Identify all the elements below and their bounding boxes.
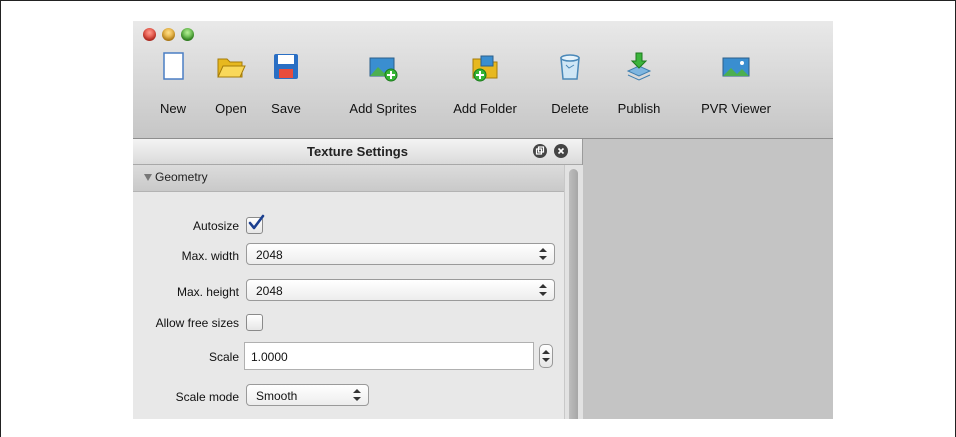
window-minimize-button[interactable] (162, 28, 175, 41)
app-window: New Open Save Add Sprites Add Folder Del… (133, 21, 833, 419)
folder-open-icon (217, 58, 246, 78)
scale-stepper[interactable] (539, 344, 553, 368)
pvr-viewer-button-label: PVR Viewer (701, 101, 771, 116)
checkmark-icon (248, 214, 265, 230)
scale-mode-value: Smooth (256, 389, 298, 403)
scale-value: 1.0000 (251, 350, 288, 364)
select-arrows-icon (539, 247, 547, 261)
publish-button-label: Publish (617, 101, 661, 116)
autosize-checkbox[interactable] (246, 214, 265, 234)
close-icon (557, 147, 565, 155)
disclosure-triangle-icon (144, 174, 152, 181)
new-document-icon (163, 52, 184, 80)
select-arrows-icon (539, 283, 547, 297)
max-width-value: 2048 (256, 248, 283, 262)
autosize-label: Autosize (192, 219, 239, 233)
window-close-button[interactable] (143, 28, 156, 41)
delete-button-label: Delete (551, 101, 589, 116)
add-folder-icon (472, 55, 498, 82)
open-button-label: Open (215, 101, 247, 116)
max-height-label: Max. height (176, 285, 239, 299)
allow-free-sizes-label: Allow free sizes (155, 316, 239, 330)
add-sprites-icon (369, 57, 398, 82)
pvr-viewer-icon (722, 57, 750, 77)
window-zoom-button[interactable] (181, 28, 194, 41)
panel-title: Texture Settings (307, 144, 408, 159)
figure-border-left (0, 0, 1, 437)
max-height-select[interactable]: 2048 (246, 279, 555, 301)
trash-icon (560, 54, 580, 80)
save-button-label: Save (271, 101, 301, 116)
toolbar: New Open Save Add Sprites Add Folder Del… (133, 21, 833, 139)
max-width-select[interactable]: 2048 (246, 243, 555, 265)
add-sprites-button-label: Add Sprites (349, 101, 417, 116)
panel-header: Texture Settings (133, 139, 582, 165)
detach-icon (535, 146, 545, 155)
new-button-label: New (159, 101, 187, 116)
scale-mode-select[interactable]: Smooth (246, 384, 369, 406)
panel-detach-button[interactable] (533, 144, 547, 158)
figure-border-top (0, 0, 956, 1)
geometry-section-header[interactable]: Geometry (133, 165, 564, 192)
max-width-label: Max. width (181, 249, 239, 263)
texture-settings-panel: Texture Settings Geometry Autosize Max. … (133, 139, 583, 419)
allow-free-sizes-checkbox[interactable] (246, 314, 263, 331)
floppy-disk-icon (274, 54, 298, 79)
scrollbar-thumb[interactable] (569, 169, 578, 419)
stepper-arrows-icon (542, 349, 550, 363)
panel-scrollbar[interactable] (564, 165, 583, 419)
scale-mode-label: Scale mode (175, 390, 239, 404)
scale-label: Scale (208, 350, 239, 364)
panel-close-button[interactable] (554, 144, 568, 158)
max-height-value: 2048 (256, 284, 283, 298)
geometry-section-label: Geometry (155, 170, 208, 184)
add-folder-button-label: Add Folder (453, 101, 517, 116)
sprite-canvas[interactable] (583, 139, 833, 419)
publish-icon (626, 52, 652, 81)
scale-input[interactable]: 1.0000 (244, 342, 534, 370)
select-arrows-icon (353, 388, 361, 402)
